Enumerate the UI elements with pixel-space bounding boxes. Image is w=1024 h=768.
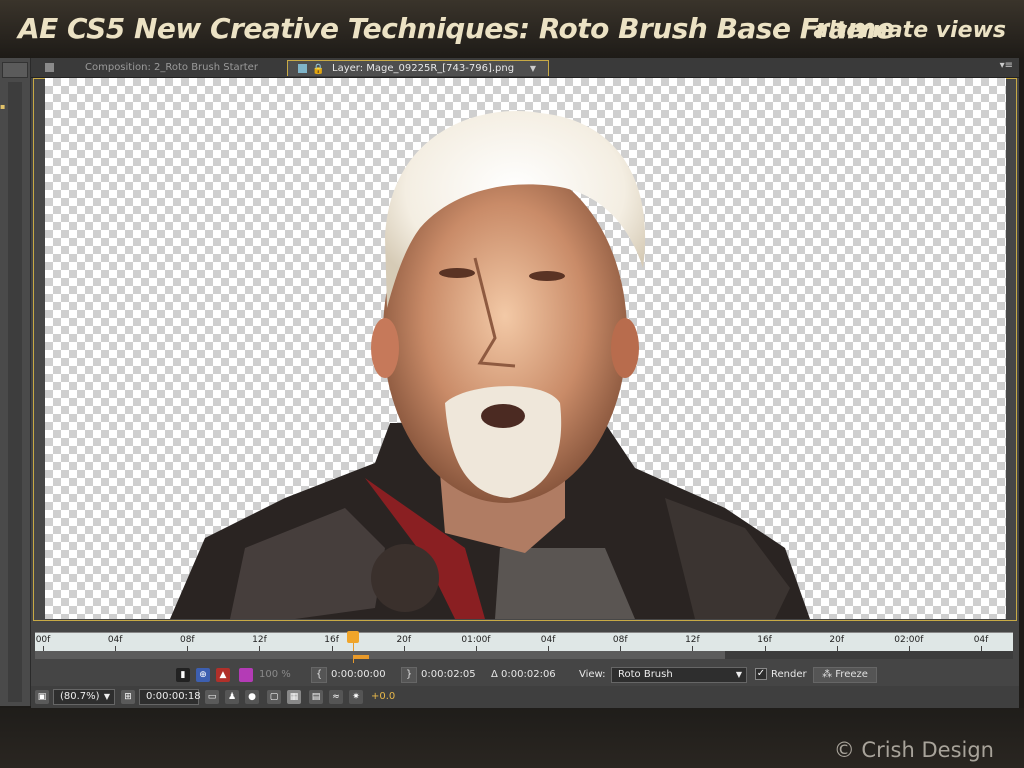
tab-layer[interactable]: 🔒 Layer: Mage_09225R_[743-796].png ▼ (287, 60, 549, 76)
chevron-down-icon[interactable]: ▼ (530, 61, 536, 77)
duration: Δ 0:00:02:06 (491, 669, 556, 680)
composition-icon (45, 63, 54, 72)
tab-composition[interactable]: Composition: 2_Roto Brush Starter (41, 60, 291, 76)
work-area-fill[interactable] (35, 651, 725, 659)
left-panel-marker: ▪ (0, 102, 6, 111)
overlay-opacity[interactable]: 100 % (259, 669, 291, 680)
out-point[interactable]: 0:00:02:05 (421, 669, 476, 680)
panel-menu-icon[interactable]: ▾≡ (1000, 60, 1013, 71)
timecode-value: 0:00:00:18 (146, 691, 201, 702)
exposure-icon[interactable]: ✷ (349, 690, 363, 704)
overlay-color-swatch[interactable] (239, 668, 253, 682)
view-label: View: (579, 669, 606, 680)
panel-tab-bar: Composition: 2_Roto Brush Starter 🔒 Laye… (31, 58, 1019, 78)
timeline-tick-label: 20f (396, 635, 412, 645)
tab-layer-label: Layer: Mage_09225R_[743-796].png (332, 63, 515, 74)
layer-viewer[interactable] (45, 78, 1006, 619)
alpha-overlay-icon[interactable]: ▲ (216, 668, 230, 682)
freeze-button[interactable]: ⁂ Freeze (813, 667, 877, 683)
snapshot-icon[interactable]: ▭ (205, 690, 219, 704)
footer-bar: © Crish Design (0, 708, 1024, 768)
timeline-tick-label: 02:00f (894, 635, 924, 645)
freeze-label: Freeze (835, 669, 868, 680)
timeline-tick-label: 16f (757, 635, 772, 645)
timeline-tick-label: 01:00f (461, 635, 491, 645)
title-bar: AE CS5 New Creative Techniques: Roto Bru… (0, 0, 1024, 58)
view-select[interactable]: Roto Brush ▼ (611, 667, 747, 683)
timeline-tick-label: 20f (829, 635, 844, 645)
layer-controls-row: ▮ ⊕ ▲ 100 % { 0:00:00:00 } 0:00:02:05 Δ … (31, 664, 1019, 686)
channel-icon[interactable]: ● (245, 690, 259, 704)
chevron-down-icon: ▼ (103, 692, 110, 701)
always-preview-icon[interactable]: ▣ (35, 690, 49, 704)
timeline-tick-label: 16f (324, 635, 339, 645)
alpha-boundary-icon[interactable]: ⊕ (196, 668, 210, 682)
timeline-tick-label: 04f (973, 635, 989, 645)
chevron-down-icon: ▼ (735, 670, 742, 679)
transparency-grid-icon[interactable]: ▦ (287, 690, 301, 704)
set-out-point-button[interactable]: } (401, 667, 417, 683)
view-select-value: Roto Brush (618, 669, 673, 680)
timecode-field[interactable]: 0:00:00:18 (139, 689, 201, 705)
roto-subject-figure (170, 110, 810, 619)
viewer-controls-row: ▣ (80.7%) ▼ ⊞ 0:00:00:18 ▭ ♟ ● ▢ ▦ ▤ ≈ ✷… (31, 686, 1019, 708)
render-label: Render (771, 669, 807, 680)
safe-zones-icon[interactable]: ⊞ (121, 690, 135, 704)
region-of-interest-icon[interactable]: ▢ (267, 690, 281, 704)
video-subtitle: alternate views (813, 18, 1007, 43)
magnification-select[interactable]: (80.7%) ▼ (53, 689, 115, 705)
magnification-value: (80.7%) (60, 691, 100, 702)
fast-previews-icon[interactable]: ≈ (329, 690, 343, 704)
timeline-tick-label: 04f (540, 635, 556, 645)
left-panel-tab[interactable] (2, 62, 28, 78)
freeze-icon: ⁂ (822, 669, 836, 680)
current-frame-marker (352, 655, 369, 659)
timeline-tick-label: 00f (35, 635, 51, 645)
left-panel-scrollbar[interactable] (8, 82, 22, 702)
timeline-tick-label: 04f (107, 635, 123, 645)
layer-icon (298, 64, 307, 73)
timeline-ruler[interactable]: 00f 04f 08f 12f 16f 20f 01:00f 04f 08f 12f 16f 20f 0… (35, 631, 1013, 663)
in-point[interactable]: 0:00:00:00 (331, 669, 386, 680)
current-time-indicator-head[interactable] (346, 631, 359, 643)
timeline-tick-label: 12f (685, 635, 700, 645)
tab-composition-label: Composition: 2_Roto Brush Starter (85, 62, 258, 73)
work-area-bar[interactable] (35, 651, 1013, 659)
exposure-value[interactable]: +0.0 (371, 691, 395, 702)
timeline-tick-label: 08f (612, 635, 628, 645)
timeline-tick-label: 12f (252, 635, 267, 645)
timeline-tick-label: 08f (179, 635, 195, 645)
set-in-point-button[interactable]: { (311, 667, 327, 683)
pixel-aspect-icon[interactable]: ▤ (309, 690, 323, 704)
show-snapshot-icon[interactable]: ♟ (225, 690, 239, 704)
lock-icon[interactable]: 🔒 (312, 62, 324, 78)
layer-panel: Composition: 2_Roto Brush Starter 🔒 Laye… (31, 58, 1019, 708)
left-panel: ▪ (0, 58, 31, 706)
credit-text: © Crish Design (833, 738, 994, 762)
video-title: AE CS5 New Creative Techniques: Roto Bru… (18, 12, 895, 45)
alpha-view-icon[interactable]: ▮ (176, 668, 190, 682)
render-checkbox[interactable]: ✓ (755, 668, 767, 680)
